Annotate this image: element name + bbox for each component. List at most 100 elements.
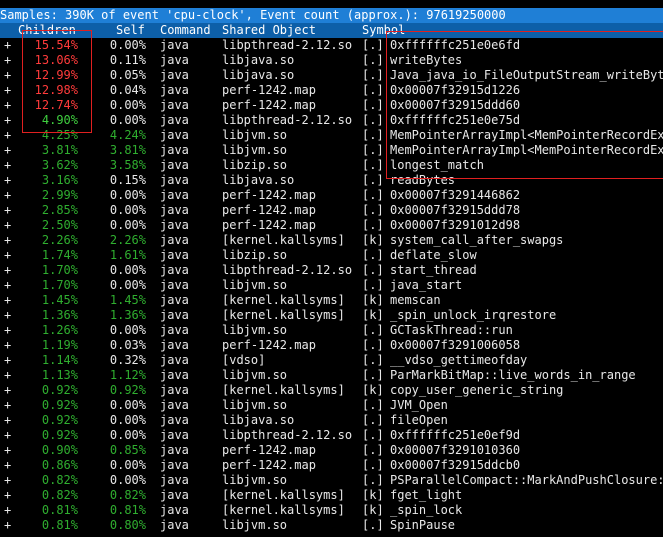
expand-toggle[interactable]: + (4, 248, 11, 263)
expand-toggle[interactable]: + (4, 293, 11, 308)
column-header-children[interactable]: Children (18, 23, 76, 38)
expand-toggle[interactable]: + (4, 83, 11, 98)
command-cell: java (160, 218, 189, 232)
expand-toggle[interactable]: + (4, 413, 11, 428)
shared-object-cell: [kernel.kallsyms] (222, 293, 345, 307)
table-row[interactable]: +0.92% 0.00% java libjvm.so [.] JVM_Open (0, 398, 663, 413)
expand-toggle[interactable]: + (4, 278, 11, 293)
shared-object-cell: libzip.so (222, 158, 288, 172)
expand-toggle[interactable]: + (4, 368, 11, 383)
table-row[interactable]: +0.92% 0.00% java libpthread-2.12.so [.] 0xff… (0, 428, 663, 443)
table-row[interactable]: +12.74% 0.00% java perf-1242.map [.] 0x00007f… (0, 98, 663, 113)
symbol-cell: MemPointerArrayImpl<MemPointerRecordEx> (390, 128, 663, 142)
expand-toggle[interactable]: + (4, 323, 11, 338)
table-row[interactable]: +4.25% 4.24% java libjvm.so [.] MemPointerArr… (0, 128, 663, 143)
expand-toggle[interactable]: + (4, 188, 11, 203)
expand-toggle[interactable]: + (4, 218, 11, 233)
self-percent: 3.58% (109, 158, 146, 172)
shared-object-cell: perf-1242.map (222, 98, 316, 112)
table-row[interactable]: +3.81% 3.81% java libjvm.so [.] MemPointerArr… (0, 143, 663, 158)
expand-toggle[interactable]: + (4, 473, 11, 488)
expand-toggle[interactable]: + (4, 338, 11, 353)
shared-object-cell: libpthread-2.12.so (222, 263, 353, 277)
expand-toggle[interactable]: + (4, 128, 11, 143)
column-header-command[interactable]: Command (160, 23, 211, 38)
table-row[interactable]: +0.82% 0.82% java [kernel.kallsyms] [k] fget_… (0, 488, 663, 503)
expand-toggle[interactable]: + (4, 308, 11, 323)
expand-toggle[interactable]: + (4, 203, 11, 218)
table-row[interactable]: +0.82% 0.00% java libjvm.so [.] PSParallelCom… (0, 473, 663, 488)
self-percent: 2.26% (109, 233, 146, 247)
column-header-symbol[interactable]: Symbol (362, 23, 405, 38)
command-cell: java (160, 458, 189, 472)
expand-toggle[interactable]: + (4, 398, 11, 413)
symbol-cell: 0x00007f32915d1226 (390, 83, 521, 97)
table-row[interactable]: +2.26% 2.26% java [kernel.kallsyms] [k] syste… (0, 233, 663, 248)
expand-toggle[interactable]: + (4, 428, 11, 443)
expand-toggle[interactable]: + (4, 458, 11, 473)
table-row[interactable]: +1.70% 0.00% java libpthread-2.12.so [.] star… (0, 263, 663, 278)
expand-toggle[interactable]: + (4, 98, 11, 113)
table-row[interactable]: +1.45% 1.45% java [kernel.kallsyms] [k] memsc… (0, 293, 663, 308)
table-row[interactable]: +1.26% 0.00% java libjvm.so [.] GCTaskThread:… (0, 323, 663, 338)
command-cell: java (160, 413, 189, 427)
table-row[interactable]: +1.70% 0.00% java libjvm.so [.] java_start (0, 278, 663, 293)
table-row[interactable]: +2.85% 0.00% java perf-1242.map [.] 0x00007f3… (0, 203, 663, 218)
table-row[interactable]: +13.06% 0.11% java libjava.so [.] writeBytes (0, 53, 663, 68)
table-row[interactable]: +3.62% 3.58% java libzip.so [.] longest_match (0, 158, 663, 173)
column-header-shared-object[interactable]: Shared Object (222, 23, 316, 38)
table-row[interactable]: +1.19% 0.03% java perf-1242.map [.] 0x00007f3… (0, 338, 663, 353)
expand-toggle[interactable]: + (4, 53, 11, 68)
expand-toggle[interactable]: + (4, 143, 11, 158)
expand-toggle[interactable]: + (4, 38, 11, 53)
command-cell: java (160, 158, 189, 172)
expand-toggle[interactable]: + (4, 503, 11, 518)
privilege-level-cell: [.] (362, 83, 384, 97)
expand-toggle[interactable]: + (4, 383, 11, 398)
children-percent: 3.81% (41, 143, 78, 157)
command-cell: java (160, 173, 189, 187)
privilege-level-cell: [.] (362, 38, 384, 52)
table-row[interactable]: +2.50% 0.00% java perf-1242.map [.] 0x00007f3… (0, 218, 663, 233)
expand-toggle[interactable]: + (4, 353, 11, 368)
table-row[interactable]: +1.13% 1.12% java libjvm.so [.] ParMarkBitMap… (0, 368, 663, 383)
table-row[interactable]: +2.99% 0.00% java perf-1242.map [.] 0x00007f3… (0, 188, 663, 203)
column-header-self[interactable]: Self (116, 23, 145, 38)
table-row[interactable]: +12.99% 0.05% java libjava.so [.] Java_java_i… (0, 68, 663, 83)
expand-toggle[interactable]: + (4, 518, 11, 533)
shared-object-cell: perf-1242.map (222, 443, 316, 457)
privilege-level-cell: [k] (362, 383, 384, 397)
table-row[interactable]: +0.86% 0.00% java perf-1242.map [.] 0x00007f3… (0, 458, 663, 473)
expand-toggle[interactable]: + (4, 158, 11, 173)
command-cell: java (160, 233, 189, 247)
symbol-cell: MemPointerArrayImpl<MemPointerRecordEx> (390, 143, 663, 157)
table-row[interactable]: +0.92% 0.92% java [kernel.kallsyms] [k] copy_… (0, 383, 663, 398)
expand-toggle[interactable]: + (4, 233, 11, 248)
table-row[interactable]: +0.92% 0.00% java libjava.so [.] fileOpen (0, 413, 663, 428)
children-percent: 3.62% (41, 158, 78, 172)
table-row[interactable]: +0.81% 0.80% java libjvm.so [.] SpinPause (0, 518, 663, 533)
expand-toggle[interactable]: + (4, 488, 11, 503)
command-cell: java (160, 398, 189, 412)
table-row[interactable]: +0.81% 0.81% java [kernel.kallsyms] [k] _spin… (0, 503, 663, 518)
command-cell: java (160, 98, 189, 112)
privilege-level-cell: [.] (362, 428, 384, 442)
expand-toggle[interactable]: + (4, 173, 11, 188)
symbol-cell: fget_light (390, 488, 463, 502)
table-row[interactable]: +12.98% 0.04% java perf-1242.map [.] 0x00007f… (0, 83, 663, 98)
table-row[interactable]: +0.90% 0.85% java perf-1242.map [.] 0x00007f3… (0, 443, 663, 458)
table-row[interactable]: +3.16% 0.15% java libjava.so [.] readBytes (0, 173, 663, 188)
table-row[interactable]: +4.90% 0.00% java libpthread-2.12.so [.] 0xff… (0, 113, 663, 128)
expand-toggle[interactable]: + (4, 263, 11, 278)
perf-report-table: +15.54% 0.00% java libpthread-2.12.so [.] 0xf… (0, 38, 663, 533)
symbol-cell: deflate_slow (390, 248, 477, 262)
table-row[interactable]: +1.74% 1.61% java libzip.so [.] deflate_slow (0, 248, 663, 263)
table-row[interactable]: +1.36% 1.36% java [kernel.kallsyms] [k] _spin… (0, 308, 663, 323)
expand-toggle[interactable]: + (4, 443, 11, 458)
table-row[interactable]: +15.54% 0.00% java libpthread-2.12.so [.] 0xf… (0, 38, 663, 53)
table-row[interactable]: +1.14% 0.32% java [vdso] [.] __vdso_gettimeof… (0, 353, 663, 368)
children-percent: 0.92% (41, 428, 78, 442)
expand-toggle[interactable]: + (4, 68, 11, 83)
self-percent: 1.36% (109, 308, 146, 322)
expand-toggle[interactable]: + (4, 113, 11, 128)
